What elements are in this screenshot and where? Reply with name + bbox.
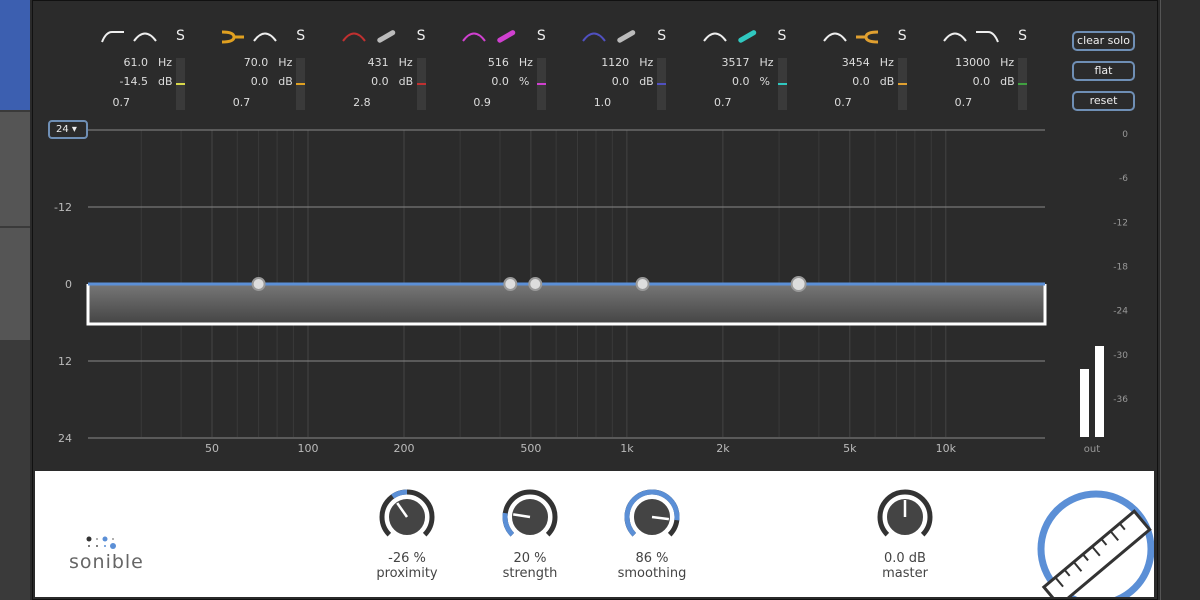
meter-tick-label: -6 xyxy=(1119,174,1128,184)
meter-tick-label: -12 xyxy=(1113,218,1128,228)
db-tick-label: -12 xyxy=(54,201,72,214)
db-tick-label: 0 xyxy=(65,278,72,291)
proximity-label: proximity xyxy=(376,566,438,581)
freq-tick-label: 50 xyxy=(205,442,219,455)
master-knob[interactable] xyxy=(875,487,935,547)
band-node[interactable] xyxy=(528,277,543,291)
meter-out-label: out xyxy=(1084,444,1100,455)
band-node[interactable] xyxy=(503,277,518,291)
logo-text: sonible xyxy=(69,551,144,573)
proximity-value: -26 % xyxy=(388,551,426,566)
output-meter-bar xyxy=(1095,346,1104,437)
measure-ruler-icon[interactable] xyxy=(1033,489,1154,597)
freq-tick-label: 100 xyxy=(298,442,319,455)
meter-tick-label: -30 xyxy=(1113,351,1128,361)
freq-tick-label: 2k xyxy=(716,442,730,455)
strength-label: strength xyxy=(502,566,558,581)
bottom-panel: sonible -26 % proximity 20 % strength 86 % sm… xyxy=(35,471,1154,597)
freq-tick-label: 1k xyxy=(620,442,634,455)
smoothing-value: 86 % xyxy=(635,551,669,566)
meter-tick-label: 0 xyxy=(1122,130,1128,140)
meter-tick-label: -36 xyxy=(1113,395,1128,405)
freq-tick-label: 10k xyxy=(936,442,957,455)
freq-tick-label: 5k xyxy=(843,442,857,455)
freq-tick-label: 200 xyxy=(394,442,415,455)
db-tick-label: 24 xyxy=(58,432,72,445)
smoothing-label: smoothing xyxy=(617,566,687,581)
band-node[interactable] xyxy=(251,277,266,291)
master-label: master xyxy=(882,566,928,581)
master-value: 0.0 dB xyxy=(884,551,926,566)
proximity-knob[interactable] xyxy=(377,487,437,547)
strength-value: 20 % xyxy=(513,551,547,566)
meter-tick-label: -18 xyxy=(1113,263,1128,273)
meter-tick-label: -24 xyxy=(1113,307,1128,317)
output-meter-bar xyxy=(1080,369,1089,437)
strength-knob[interactable] xyxy=(500,487,560,547)
freq-tick-label: 500 xyxy=(520,442,541,455)
correction-area xyxy=(88,284,1045,324)
band-node[interactable] xyxy=(635,277,650,291)
smoothing-knob[interactable] xyxy=(622,487,682,547)
db-tick-label: 12 xyxy=(58,355,72,368)
band-node[interactable] xyxy=(790,276,807,292)
